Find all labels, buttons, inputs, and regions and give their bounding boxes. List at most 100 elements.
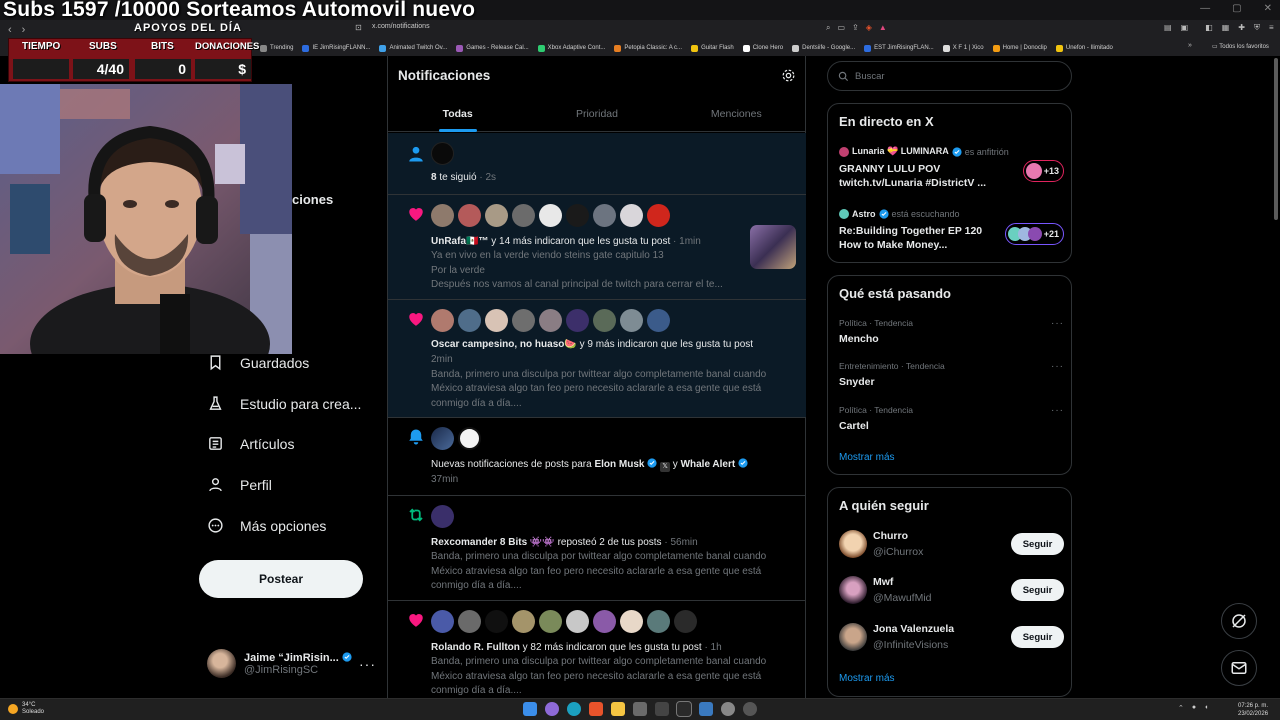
cast-icon[interactable]: ▭ [837, 23, 845, 33]
trend-item[interactable]: Política · Tendencia Mencho ··· [839, 318, 1064, 345]
back-icon[interactable]: ‹ [8, 24, 12, 36]
file-explorer-icon[interactable] [611, 702, 625, 716]
post-thumbnail[interactable] [750, 225, 796, 269]
bookmark-item[interactable]: Unefon - Ilimitado [1055, 44, 1113, 52]
follow-button[interactable]: Seguir [1011, 533, 1064, 555]
page-scrollbar[interactable] [1274, 58, 1278, 220]
avatar[interactable] [431, 142, 454, 165]
bookmark-item[interactable]: Guitar Flash [691, 44, 734, 52]
avatar[interactable] [593, 610, 616, 633]
tab-menciones[interactable]: Menciones [667, 100, 806, 132]
menu-icon[interactable]: ≡ [1269, 23, 1274, 33]
volume-icon[interactable]: ◖ [1204, 704, 1208, 712]
user-name[interactable]: Elon Musk [594, 459, 644, 470]
tab-todas[interactable]: Todas [388, 100, 527, 132]
app-icon[interactable] [699, 702, 713, 716]
user-name[interactable]: Whale Alert [681, 459, 736, 470]
notification-follow[interactable]: 8 te siguió · 2s [388, 133, 806, 195]
zoom-icon[interactable]: ⌕ [826, 23, 830, 33]
app-icon[interactable] [743, 702, 757, 716]
nav-item-notificaciones-partial[interactable]: ciones [292, 192, 333, 207]
avatar[interactable] [839, 576, 867, 604]
extensions-icon[interactable]: ✚ [1238, 23, 1245, 33]
post-button[interactable]: Postear [199, 560, 363, 598]
brave-shield-icon[interactable]: ◈ [866, 23, 872, 33]
avatar[interactable] [485, 309, 508, 332]
maximize-icon[interactable]: ▢ [1232, 3, 1241, 14]
tab-prioridad[interactable]: Prioridad [527, 100, 666, 132]
avatar[interactable] [593, 204, 616, 227]
nav-item-mas-opciones[interactable]: Más opciones [207, 517, 326, 534]
trend-more-icon[interactable]: ··· [1051, 318, 1064, 329]
account-switcher[interactable]: Jaime “JimRisin... @JimRisingSC [207, 649, 352, 678]
user-name[interactable]: Oscar campesino, no huaso🍉 [431, 339, 577, 350]
clock[interactable]: 07:26 p. m. 23/02/2026 [1238, 702, 1268, 718]
minimize-icon[interactable]: — [1200, 3, 1210, 14]
bookmark-page-icon[interactable]: ⊡ [355, 23, 362, 32]
mic-icon[interactable]: ● [1192, 704, 1196, 712]
avatar[interactable] [839, 530, 867, 558]
user-name[interactable]: UnRafa🇲🇽™ [431, 236, 488, 247]
avatar[interactable] [620, 610, 643, 633]
bookmark-item[interactable]: Home | Donoclip [992, 44, 1047, 52]
bookmarks-more-icon[interactable]: » [1188, 42, 1192, 49]
close-window-icon[interactable]: ✕ [1264, 3, 1272, 14]
trend-item[interactable]: Entretenimiento · Tendencia Snyder ··· [839, 361, 1064, 388]
user-name[interactable]: Jona Valenzuela [873, 623, 954, 635]
bookmark-item[interactable]: Animated Twitch Ov... [379, 44, 447, 52]
avatar[interactable] [566, 309, 589, 332]
tabs-icon[interactable]: ▦ [1222, 23, 1230, 33]
obs-icon[interactable] [676, 701, 692, 717]
avatar[interactable] [431, 505, 454, 528]
search-input[interactable] [855, 70, 1055, 82]
account-more-icon[interactable]: ··· [359, 656, 376, 672]
avatar[interactable] [431, 204, 454, 227]
app-icon[interactable] [655, 702, 669, 716]
bookmark-item[interactable]: X F 1 | Xico [942, 44, 984, 52]
avatar[interactable] [539, 309, 562, 332]
follow-suggestion[interactable]: Jona Valenzuela @InfiniteVisions Seguir [839, 623, 1064, 659]
all-bookmarks-folder[interactable]: ▭ Todos los favoritos [1212, 43, 1269, 50]
address-bar[interactable]: x.com/notifications [372, 23, 430, 30]
nav-item-articulos[interactable]: Artículos [207, 435, 294, 452]
sidebar-icon[interactable]: ▤ [1164, 23, 1172, 33]
notification-repost[interactable]: Rexcomander 8 Bits 👾👾 reposteó 2 de tus … [388, 496, 806, 601]
notification-new-posts[interactable]: Nuevas notificaciones de posts para Elon… [388, 418, 806, 496]
gear-icon[interactable] [781, 68, 796, 83]
nav-item-perfil[interactable]: Perfil [207, 476, 272, 493]
avatar[interactable] [485, 204, 508, 227]
avatar[interactable] [458, 427, 481, 450]
share-icon[interactable]: ⇪ [852, 23, 859, 33]
avatar[interactable] [512, 610, 535, 633]
avatar[interactable] [647, 309, 670, 332]
bookmark-item[interactable]: Petopia Classic: A c... [614, 44, 682, 52]
trend-more-icon[interactable]: ··· [1051, 405, 1064, 416]
avatar[interactable] [647, 204, 670, 227]
notification-like[interactable]: UnRafa🇲🇽™ y 14 más indicaron que les gus… [388, 195, 806, 300]
notification-like[interactable]: Oscar campesino, no huaso🍉 y 9 más indic… [388, 300, 806, 418]
live-item[interactable]: Astro está escuchando Re:Building Togeth… [839, 209, 1064, 259]
user-name[interactable]: Mwf [873, 576, 893, 588]
show-more-link[interactable]: Mostrar más [839, 452, 895, 463]
bookmark-item[interactable]: IE JimRisingFLANN... [302, 44, 370, 52]
nav-item-estudio[interactable]: Estudio para crea... [207, 395, 361, 412]
messages-button[interactable] [1221, 650, 1257, 686]
edge-icon[interactable] [567, 702, 581, 716]
avatar[interactable] [431, 309, 454, 332]
bookmark-item[interactable]: Clone Hero [742, 44, 783, 52]
follow-button[interactable]: Seguir [1011, 626, 1064, 648]
bookmark-item[interactable]: Dentsiife - Google... [792, 44, 855, 52]
user-name[interactable]: Rexcomander 8 Bits 👾👾 [431, 537, 555, 548]
follow-suggestion[interactable]: Churro @iChurrox Seguir [839, 530, 1064, 566]
avatar[interactable] [512, 309, 535, 332]
avatar[interactable] [674, 610, 697, 633]
user-name[interactable]: Rolando R. Fullton [431, 642, 520, 653]
user-name[interactable]: Churro [873, 530, 908, 542]
avatar[interactable] [593, 309, 616, 332]
bookmark-item[interactable]: Games - Release Cal... [456, 44, 529, 52]
settings-icon[interactable] [721, 702, 735, 716]
nav-item-guardados[interactable]: Guardados [207, 354, 309, 371]
wallet-icon[interactable]: ▣ [1181, 23, 1189, 33]
avatar[interactable] [458, 309, 481, 332]
app-icon[interactable] [545, 702, 559, 716]
